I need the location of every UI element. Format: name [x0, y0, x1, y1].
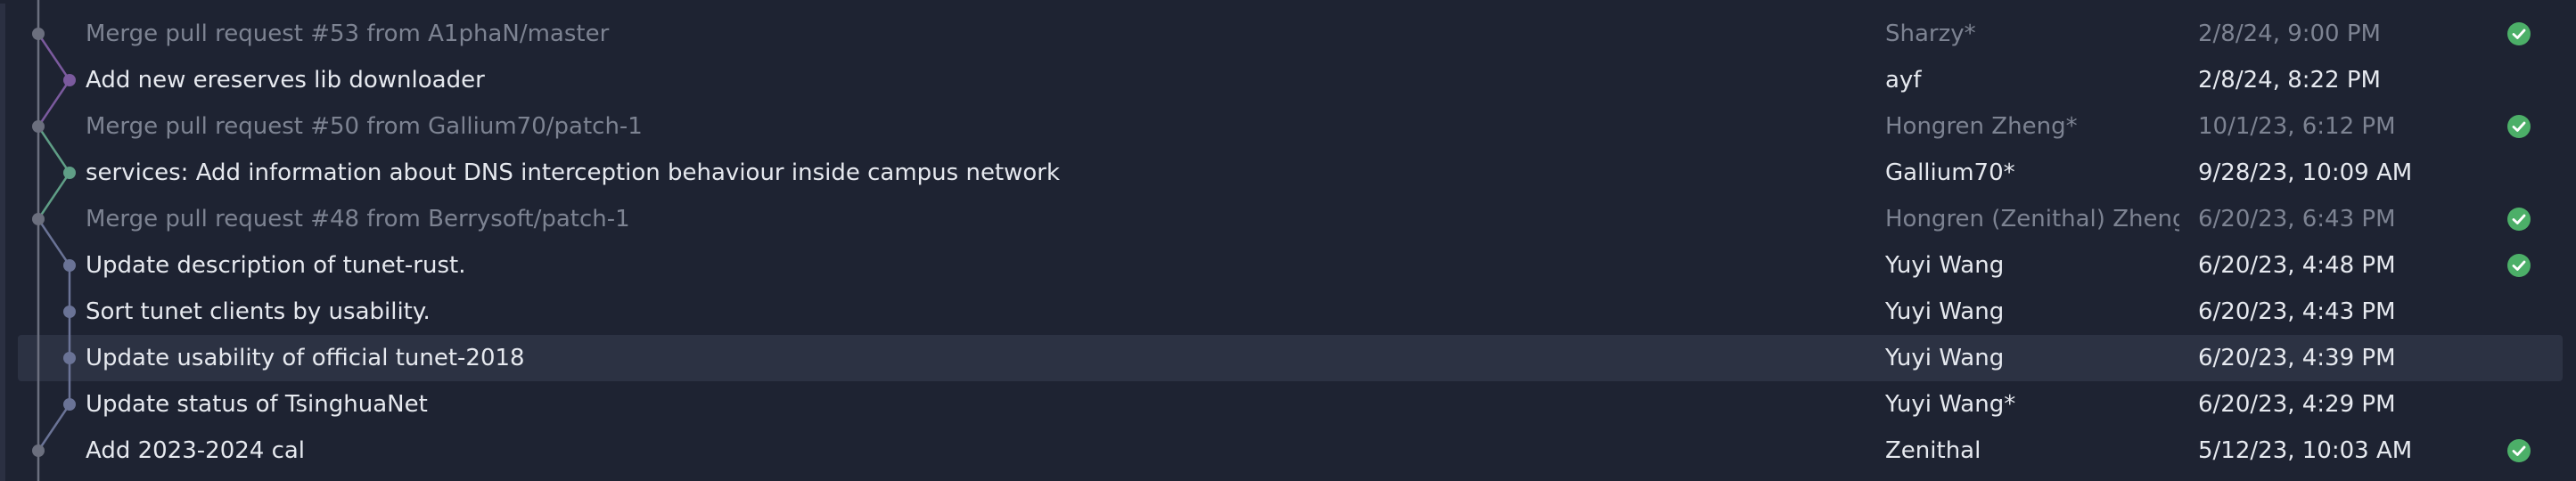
commit-author: Zenithal: [1885, 437, 1981, 464]
check-circle-icon[interactable]: [2506, 207, 2531, 232]
commit-message: Merge pull request #50 from Gallium70/pa…: [86, 113, 643, 140]
commit-history-panel: Merge pull request #53 from A1phaN/maste…: [0, 0, 2576, 481]
commit-date: 5/12/23, 10:03 AM: [2198, 437, 2413, 464]
commit-author: Yuyi Wang: [1885, 252, 2005, 279]
commit-row[interactable]: Update description of tunet-rust. Yuyi Wa…: [0, 242, 2576, 289]
commit-row[interactable]: Add new ereserves lib downloader ayf 2/8/2…: [0, 57, 2576, 103]
commit-row[interactable]: Add 2023-2024 cal Zenithal 5/12/23, 10:03 …: [0, 428, 2576, 474]
commit-row[interactable]: Update status of TsinghuaNet Yuyi Wang* 6/…: [0, 381, 2576, 428]
commit-message: Add new ereserves lib downloader: [86, 67, 485, 94]
check-circle-icon[interactable]: [2506, 114, 2531, 139]
commit-date: 6/20/23, 4:29 PM: [2198, 391, 2396, 418]
commit-row[interactable]: services: Add information about DNS inte…: [0, 150, 2576, 196]
commit-date: 2/8/24, 9:00 PM: [2198, 20, 2381, 47]
commit-author: Gallium70*: [1885, 159, 2015, 186]
commit-message: Update usability of official tunet-2018: [86, 345, 525, 371]
check-circle-icon[interactable]: [2506, 253, 2531, 278]
commit-row[interactable]: Sort tunet clients by usability. Yuyi Wan…: [0, 289, 2576, 335]
commit-message: services: Add information about DNS inte…: [86, 159, 1061, 186]
commit-author: Sharzy*: [1885, 20, 1976, 47]
commit-list: Merge pull request #53 from A1phaN/maste…: [0, 0, 2576, 481]
commit-row[interactable]: Merge pull request #48 from Berrysoft/pa…: [0, 196, 2576, 242]
commit-author: Yuyi Wang: [1885, 298, 2005, 325]
commit-author: ayf: [1885, 67, 1922, 94]
commit-author: Yuyi Wang*: [1885, 391, 2016, 418]
commit-row[interactable]: Update usability of official tunet-2018 Y…: [0, 335, 2576, 381]
commit-message: Merge pull request #53 from A1phaN/maste…: [86, 20, 610, 47]
commit-message: Sort tunet clients by usability.: [86, 298, 431, 325]
commit-message: Update description of tunet-rust.: [86, 252, 466, 279]
commit-message: Add 2023-2024 cal: [86, 437, 306, 464]
commit-date: 6/20/23, 6:43 PM: [2198, 206, 2396, 232]
check-circle-icon[interactable]: [2506, 21, 2531, 46]
commit-date: 9/28/23, 10:09 AM: [2198, 159, 2413, 186]
commit-author: Yuyi Wang: [1885, 345, 2005, 371]
commit-date: 2/8/24, 8:22 PM: [2198, 67, 2381, 94]
commit-row[interactable]: Merge pull request #53 from A1phaN/maste…: [0, 11, 2576, 57]
commit-author: Hongren (Zenithal) Zheng*: [1885, 206, 2179, 232]
commit-date: 6/20/23, 4:43 PM: [2198, 298, 2396, 325]
commit-author: Hongren Zheng*: [1885, 113, 2078, 140]
commit-message: Update status of TsinghuaNet: [86, 391, 428, 418]
commit-row[interactable]: Merge pull request #50 from Gallium70/pa…: [0, 103, 2576, 150]
check-circle-icon[interactable]: [2506, 438, 2531, 463]
commit-message: Merge pull request #48 from Berrysoft/pa…: [86, 206, 630, 232]
commit-date: 6/20/23, 4:39 PM: [2198, 345, 2396, 371]
commit-date: 10/1/23, 6:12 PM: [2198, 113, 2396, 140]
commit-date: 6/20/23, 4:48 PM: [2198, 252, 2396, 279]
